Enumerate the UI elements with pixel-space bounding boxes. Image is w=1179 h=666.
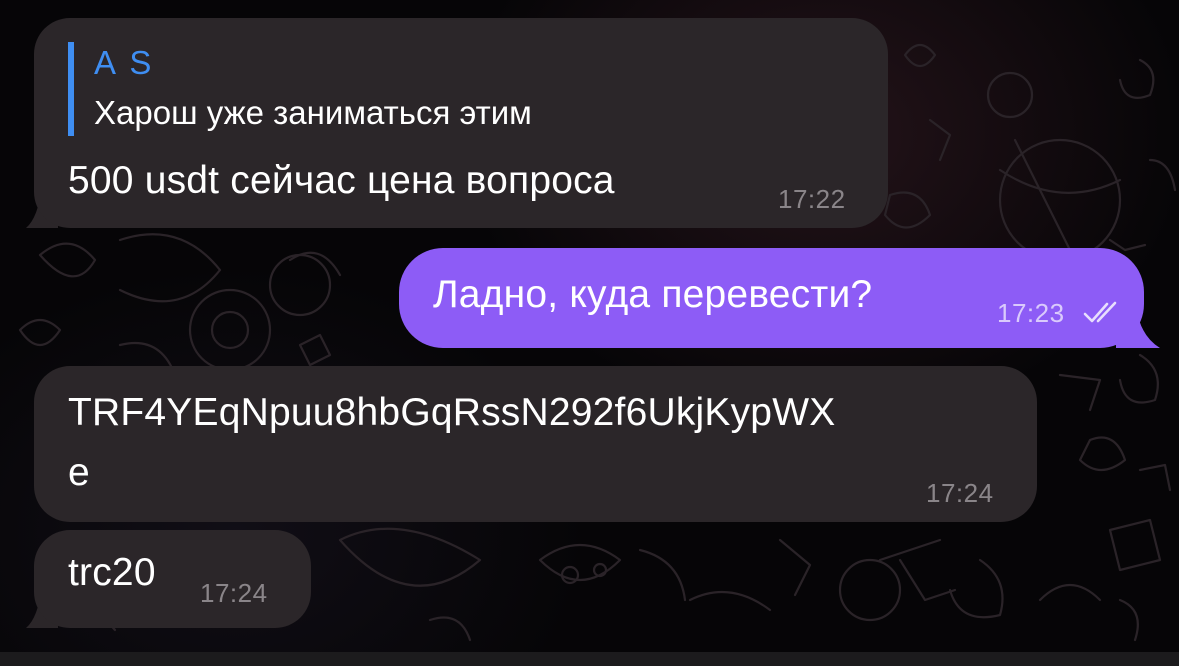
reply-text: Харош уже заниматься этим (94, 94, 532, 131)
message-text: trc20 (68, 551, 156, 594)
message-time: 17:23 (997, 298, 1065, 328)
message-text-line-2: e (68, 451, 90, 494)
double-check-icon (1083, 301, 1117, 323)
message-text: 500 usdt сейчас цена вопроса (68, 159, 615, 202)
message-time: 17:24 (200, 578, 268, 608)
reply-preview[interactable]: A S Харош уже заниматься этим (68, 42, 532, 136)
message-bubble-incoming[interactable]: A S Харош уже заниматься этим 500 usdt с… (34, 18, 888, 228)
message-time: 17:24 (926, 478, 994, 508)
message-bubble-incoming[interactable]: trc20 17:24 (34, 530, 311, 628)
message-time: 17:22 (778, 184, 846, 214)
message-text: Ладно, куда перевести? (433, 273, 873, 316)
message-text-line-1: TRF4YEqNpuu8hbGqRssN292f6UkjKypWX (68, 391, 836, 434)
bottom-bar (0, 652, 1179, 666)
message-bubble-outgoing[interactable]: Ладно, куда перевести? 17:23 (399, 248, 1144, 348)
reply-author: A S (94, 44, 155, 81)
message-bubble-incoming[interactable]: TRF4YEqNpuu8hbGqRssN292f6UkjKypWX e 17:2… (34, 366, 1037, 522)
